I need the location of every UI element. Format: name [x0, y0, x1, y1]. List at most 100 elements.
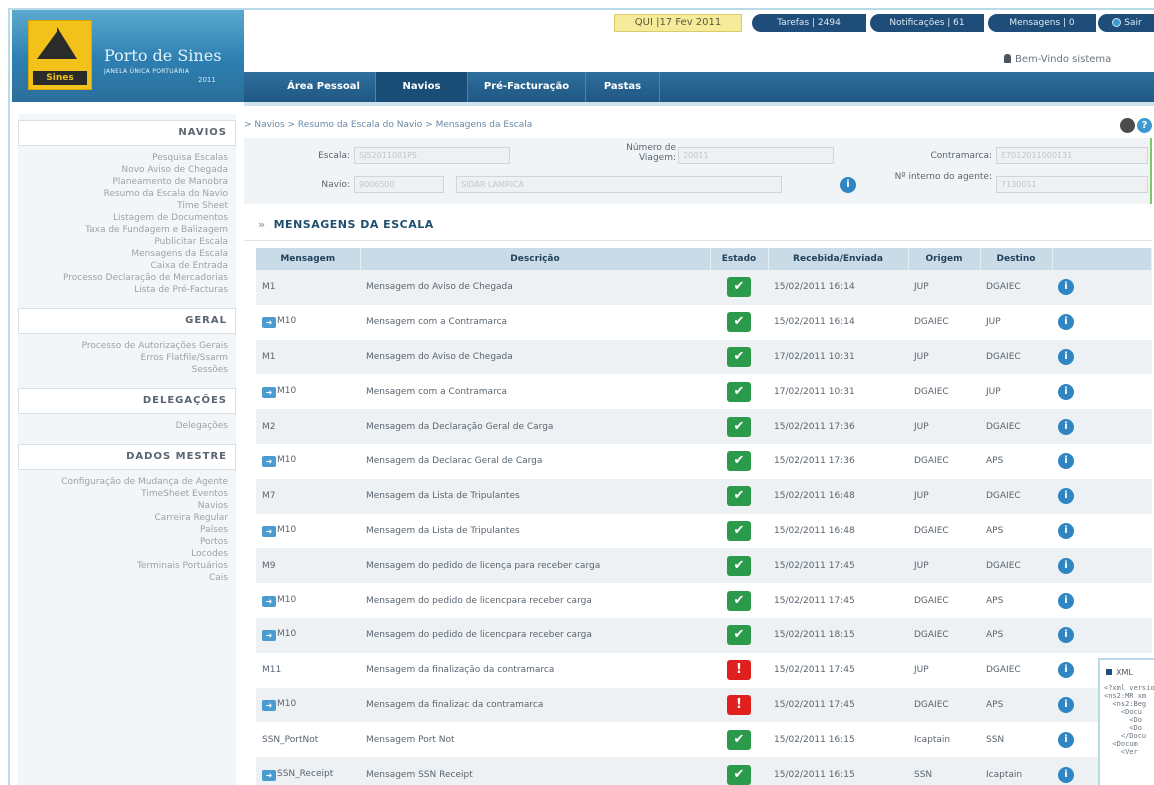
- navio-name-field[interactable]: SIDAR LAMRICA: [456, 176, 782, 193]
- sidebar-item[interactable]: Listagem de Documentos: [18, 212, 228, 224]
- table-row[interactable]: M7 Mensagem da Lista de Tripulantes ✔ 15/02…: [256, 478, 1152, 514]
- col-descricao[interactable]: Descrição: [360, 248, 711, 270]
- info-icon[interactable]: i: [1058, 557, 1074, 574]
- help-icon[interactable]: ?: [1137, 118, 1152, 133]
- nav-area-pessoal[interactable]: Área Pessoal: [272, 72, 376, 102]
- brand-version: 2011: [198, 76, 216, 84]
- messages-button[interactable]: Mensagens | 0: [988, 14, 1096, 32]
- sidebar-item[interactable]: Mensagens da Escala: [18, 248, 228, 260]
- sidebar-item[interactable]: Time Sheet: [18, 200, 228, 212]
- table-row[interactable]: M1 Mensagem do Aviso de Chegada ✔ 17/02/201…: [256, 339, 1152, 375]
- cell-origem: DGAIEC: [908, 513, 980, 549]
- sidebar-item[interactable]: Configuração de Mudança de Agente: [18, 476, 228, 488]
- table-row[interactable]: ➜ M10 Mensagem com a Contramarca ✔ 15/02/201…: [256, 304, 1152, 340]
- info-icon[interactable]: i: [1058, 348, 1074, 365]
- status-ok-icon: ✔: [727, 555, 751, 576]
- cell-info: i: [1052, 478, 1152, 514]
- navio-info-icon[interactable]: i: [840, 177, 856, 193]
- breadcrumb[interactable]: > Navios > Resumo da Escala do Navio > M…: [244, 116, 532, 134]
- table-row[interactable]: ➜ M10 Mensagem do pedido de licencpara rec…: [256, 617, 1152, 653]
- sidebar-item[interactable]: Processo Declaração de Mercadorias: [18, 272, 228, 284]
- xml-preview-panel[interactable]: XML <?xml versio <ns2:MR xm <ns2:Beg <Doc…: [1098, 658, 1154, 785]
- sidebar-item[interactable]: Planeamento de Manobra: [18, 176, 228, 188]
- info-icon[interactable]: i: [1058, 627, 1074, 644]
- notifications-button[interactable]: Notificações | 61: [870, 14, 984, 32]
- table-row[interactable]: ➜ SSN_Receipt Mensagem SSN Receipt ✔ 15/02/2…: [256, 757, 1152, 785]
- info-icon[interactable]: i: [1058, 696, 1074, 713]
- table-row[interactable]: M9 Mensagem do pedido de licença para rec…: [256, 548, 1152, 584]
- info-icon[interactable]: i: [1058, 453, 1074, 470]
- table-row[interactable]: ➜ M10 Mensagem do pedido de licencpara rec…: [256, 583, 1152, 618]
- cell-destino: JUP: [980, 304, 1052, 340]
- sidebar-item[interactable]: Sessões: [18, 364, 228, 376]
- sidebar-item[interactable]: Erros Flatfile/Ssarm: [18, 352, 228, 364]
- sidebar-item[interactable]: Processo de Autorizações Gerais: [18, 340, 228, 352]
- sidebar-item[interactable]: Terminais Portuários: [18, 560, 228, 572]
- table-row[interactable]: M1 Mensagem do Aviso de Chegada ✔ 15/02/201…: [256, 270, 1152, 305]
- sidebar-item[interactable]: Publicitar Escala: [18, 236, 228, 248]
- sidebar-item[interactable]: Pesquisa Escalas: [18, 152, 228, 164]
- message-code: M2: [262, 421, 276, 432]
- info-icon[interactable]: i: [1058, 592, 1074, 609]
- welcome-message: Bem-Vindo sistema: [1004, 54, 1111, 65]
- print-icon[interactable]: [1120, 118, 1135, 133]
- sidebar-item[interactable]: Caixa de Entrada: [18, 260, 228, 272]
- sidebar-item[interactable]: Locodes: [18, 548, 228, 560]
- sidebar-item[interactable]: TimeSheet Eventos: [18, 488, 228, 500]
- info-icon[interactable]: i: [1058, 314, 1074, 331]
- col-estado[interactable]: Estado: [710, 248, 769, 270]
- info-icon[interactable]: i: [1058, 418, 1074, 435]
- cell-destino: DGAIEC: [980, 652, 1052, 688]
- info-icon[interactable]: i: [1058, 279, 1074, 296]
- brand-title: Porto de Sines: [104, 46, 222, 65]
- col-destino[interactable]: Destino: [980, 248, 1053, 270]
- message-code: M10: [277, 385, 297, 396]
- xml-line: <Docum: [1104, 740, 1138, 748]
- info-icon[interactable]: i: [1058, 731, 1074, 748]
- sidebar-item[interactable]: Delegações: [18, 420, 228, 432]
- top-status-bar: QUI |17 Fev 2011 Tarefas | 2494 Notifica…: [244, 10, 1154, 36]
- table-row[interactable]: SSN_PortNot Mensagem Port Not ✔ 15/02/2011 …: [256, 722, 1152, 758]
- table-row[interactable]: ➜ M10 Mensagem com a Contramarca ✔ 17/02/201…: [256, 374, 1152, 410]
- info-icon[interactable]: i: [1058, 662, 1074, 679]
- tasks-button[interactable]: Tarefas | 2494: [752, 14, 866, 32]
- navio-code-field[interactable]: 9006500: [354, 176, 444, 193]
- sidebar-item[interactable]: Carreira Regular: [18, 512, 228, 524]
- table-row[interactable]: M11 Mensagem da finalização da contramarc…: [256, 652, 1152, 688]
- info-icon[interactable]: i: [1058, 766, 1074, 783]
- cell-destino: APS: [980, 687, 1052, 723]
- table-row[interactable]: ➜ M10 Mensagem da Declarac Geral de Carga ✔…: [256, 443, 1152, 479]
- sidebar-item[interactable]: Resumo da Escala do Navio: [18, 188, 228, 200]
- sidebar-item[interactable]: Cais: [18, 572, 228, 584]
- nav-pre-facturacao[interactable]: Pré-Facturação: [468, 72, 586, 102]
- port-logo[interactable]: Sines: [28, 20, 92, 90]
- sidebar-item[interactable]: Portos: [18, 536, 228, 548]
- table-row[interactable]: ➜ M10 Mensagem da Lista de Tripulantes ✔ 15/…: [256, 513, 1152, 549]
- bullet-icon: »: [258, 218, 266, 231]
- escala-field[interactable]: SJ52011001P5: [354, 147, 510, 164]
- sidebar-item[interactable]: Taxa de Fundagem e Balizagem: [18, 224, 228, 236]
- sidebar-item[interactable]: Lista de Pré-Facturas: [18, 284, 228, 296]
- table-row[interactable]: ➜ M10 Mensagem da finalizac da contramarca…: [256, 687, 1152, 723]
- contramarca-field[interactable]: E7012011000131: [996, 147, 1148, 164]
- col-recebida[interactable]: Recebida/Enviada: [768, 248, 909, 270]
- info-icon[interactable]: i: [1058, 488, 1074, 505]
- nav-navios[interactable]: Navios: [376, 72, 468, 102]
- status-ok-icon: ✔: [727, 381, 751, 402]
- sidebar-list: Pesquisa Escalas Novo Aviso de Chegada Pla…: [18, 146, 236, 302]
- col-mensagem[interactable]: Mensagem: [256, 248, 361, 270]
- sidebar-item[interactable]: Novo Aviso de Chegada: [18, 164, 228, 176]
- status-error-icon: !: [727, 694, 751, 715]
- info-icon[interactable]: i: [1058, 522, 1074, 539]
- viagem-field[interactable]: 20011: [678, 147, 834, 164]
- table-row[interactable]: M2 Mensagem da Declaração Geral de Carga ✔…: [256, 409, 1152, 444]
- sidebar-item[interactable]: Navios: [18, 500, 228, 512]
- message-code: M10: [277, 594, 297, 605]
- table-header-row: Mensagem Descrição Estado Recebida/Envia…: [256, 248, 1152, 270]
- nav-pastas[interactable]: Pastas: [586, 72, 660, 102]
- interno-field[interactable]: 7130011: [996, 176, 1148, 193]
- col-origem[interactable]: Origem: [908, 248, 981, 270]
- sidebar-item[interactable]: Países: [18, 524, 228, 536]
- info-icon[interactable]: i: [1058, 383, 1074, 400]
- logout-button[interactable]: Sair: [1098, 14, 1154, 32]
